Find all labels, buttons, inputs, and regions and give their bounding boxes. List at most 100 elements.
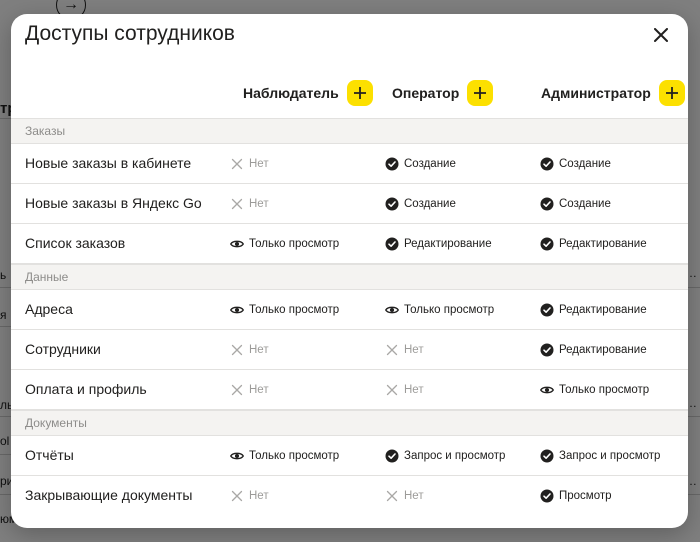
- add-operator-button[interactable]: [467, 80, 494, 106]
- permission-text: Нет: [404, 489, 424, 502]
- permission-text: Нет: [249, 197, 269, 210]
- permission-text: Создание: [559, 197, 611, 210]
- permission-cell: Нет: [230, 184, 269, 223]
- permission-text: Редактирование: [404, 237, 492, 250]
- permission-text: Нет: [404, 343, 424, 356]
- check-circle-icon: [540, 489, 554, 503]
- role-label: Администратор: [541, 85, 651, 101]
- table-row: Закрывающие документы Нет Нет Просмотр: [11, 476, 688, 516]
- permission-cell: Только просмотр: [230, 224, 339, 263]
- eye-icon: [230, 303, 244, 317]
- permission-text: Нет: [249, 157, 269, 170]
- permission-cell: Нет: [230, 144, 269, 183]
- permission-text: Редактирование: [559, 343, 647, 356]
- row-label: Закрывающие документы: [25, 487, 193, 503]
- table-row: Список заказов Только просмотр Редактиро…: [11, 224, 688, 264]
- close-icon: [654, 28, 668, 42]
- permission-cell: Просмотр: [540, 476, 612, 515]
- plus-icon: [474, 87, 487, 99]
- table-row: Новые заказы в кабинете Нет Создание Соз…: [11, 144, 688, 184]
- check-circle-icon: [540, 343, 554, 357]
- row-label: Сотрудники: [25, 341, 101, 357]
- table-row: Сотрудники Нет Нет Редактирование: [11, 330, 688, 370]
- permission-text: Нет: [249, 383, 269, 396]
- permission-cell: Создание: [385, 184, 456, 223]
- row-label: Оплата и профиль: [25, 381, 147, 397]
- permission-cell: Только просмотр: [230, 290, 339, 329]
- employee-access-modal: Доступы сотрудников Наблюдатель Оператор…: [11, 14, 688, 528]
- cross-icon: [230, 157, 244, 171]
- check-circle-icon: [540, 157, 554, 171]
- cross-icon: [230, 343, 244, 357]
- eye-icon: [385, 303, 399, 317]
- check-circle-icon: [540, 449, 554, 463]
- add-observer-button[interactable]: [346, 80, 373, 106]
- role-header-operator: Оператор: [392, 80, 494, 106]
- row-label: Адреса: [25, 301, 73, 317]
- permissions-table: Заказы Новые заказы в кабинете Нет Созда…: [11, 118, 688, 516]
- check-circle-icon: [385, 157, 399, 171]
- eye-icon: [230, 237, 244, 251]
- cross-icon: [230, 197, 244, 211]
- cross-icon: [385, 383, 399, 397]
- role-label: Наблюдатель: [243, 85, 339, 101]
- role-header-administrator: Администратор: [541, 80, 685, 106]
- permission-text: Только просмотр: [404, 303, 495, 316]
- permission-text: Редактирование: [559, 303, 647, 316]
- permission-text: Нет: [249, 489, 269, 502]
- permission-text: Создание: [404, 157, 456, 170]
- eye-icon: [540, 383, 554, 397]
- row-label: Список заказов: [25, 235, 126, 251]
- table-row: Отчёты Только просмотр Запрос и просмотр…: [11, 436, 688, 476]
- permission-cell: Только просмотр: [540, 370, 649, 409]
- row-label: Отчёты: [25, 447, 74, 463]
- permission-cell: Создание: [540, 144, 611, 183]
- row-label: Новые заказы в Яндекс Go: [25, 195, 202, 211]
- check-circle-icon: [385, 197, 399, 211]
- permission-cell: Запрос и просмотр: [540, 436, 660, 475]
- check-circle-icon: [540, 303, 554, 317]
- permission-cell: Создание: [540, 184, 611, 223]
- add-administrator-button[interactable]: [658, 80, 685, 106]
- permission-text: Только просмотр: [559, 383, 650, 396]
- eye-icon: [230, 449, 244, 463]
- permission-cell: Редактирование: [540, 290, 647, 329]
- check-circle-icon: [540, 237, 554, 251]
- check-circle-icon: [385, 237, 399, 251]
- plus-icon: [665, 87, 678, 99]
- permission-cell: Нет: [385, 476, 424, 515]
- permission-text: Создание: [404, 197, 456, 210]
- section-header: Данные: [11, 264, 688, 290]
- row-label: Новые заказы в кабинете: [25, 155, 192, 171]
- permission-cell: Редактирование: [385, 224, 492, 263]
- table-row: Новые заказы в Яндекс Go Нет Создание Со…: [11, 184, 688, 224]
- permission-cell: Только просмотр: [230, 436, 339, 475]
- permission-text: Только просмотр: [249, 237, 340, 250]
- role-label: Оператор: [392, 85, 460, 101]
- table-row: Адреса Только просмотр Только просмотр Р…: [11, 290, 688, 330]
- close-button[interactable]: [650, 24, 672, 46]
- role-header-observer: Наблюдатель: [243, 80, 373, 106]
- permission-cell: Запрос и просмотр: [385, 436, 505, 475]
- section-header: Документы: [11, 410, 688, 436]
- permission-text: Редактирование: [559, 237, 647, 250]
- permission-text: Нет: [249, 343, 269, 356]
- permission-text: Только просмотр: [249, 449, 340, 462]
- permission-cell: Редактирование: [540, 330, 647, 369]
- permission-cell: Нет: [385, 370, 424, 409]
- permission-text: Запрос и просмотр: [559, 449, 661, 462]
- permission-text: Просмотр: [559, 489, 612, 502]
- cross-icon: [230, 383, 244, 397]
- cross-icon: [230, 489, 244, 503]
- permission-text: Создание: [559, 157, 611, 170]
- permission-cell: Только просмотр: [385, 290, 494, 329]
- section-header: Заказы: [11, 118, 688, 144]
- check-circle-icon: [385, 449, 399, 463]
- permission-cell: Нет: [230, 476, 269, 515]
- cross-icon: [385, 343, 399, 357]
- permission-cell: Редактирование: [540, 224, 647, 263]
- permission-cell: Создание: [385, 144, 456, 183]
- permission-cell: Нет: [230, 370, 269, 409]
- permission-text: Только просмотр: [249, 303, 340, 316]
- permission-cell: Нет: [385, 330, 424, 369]
